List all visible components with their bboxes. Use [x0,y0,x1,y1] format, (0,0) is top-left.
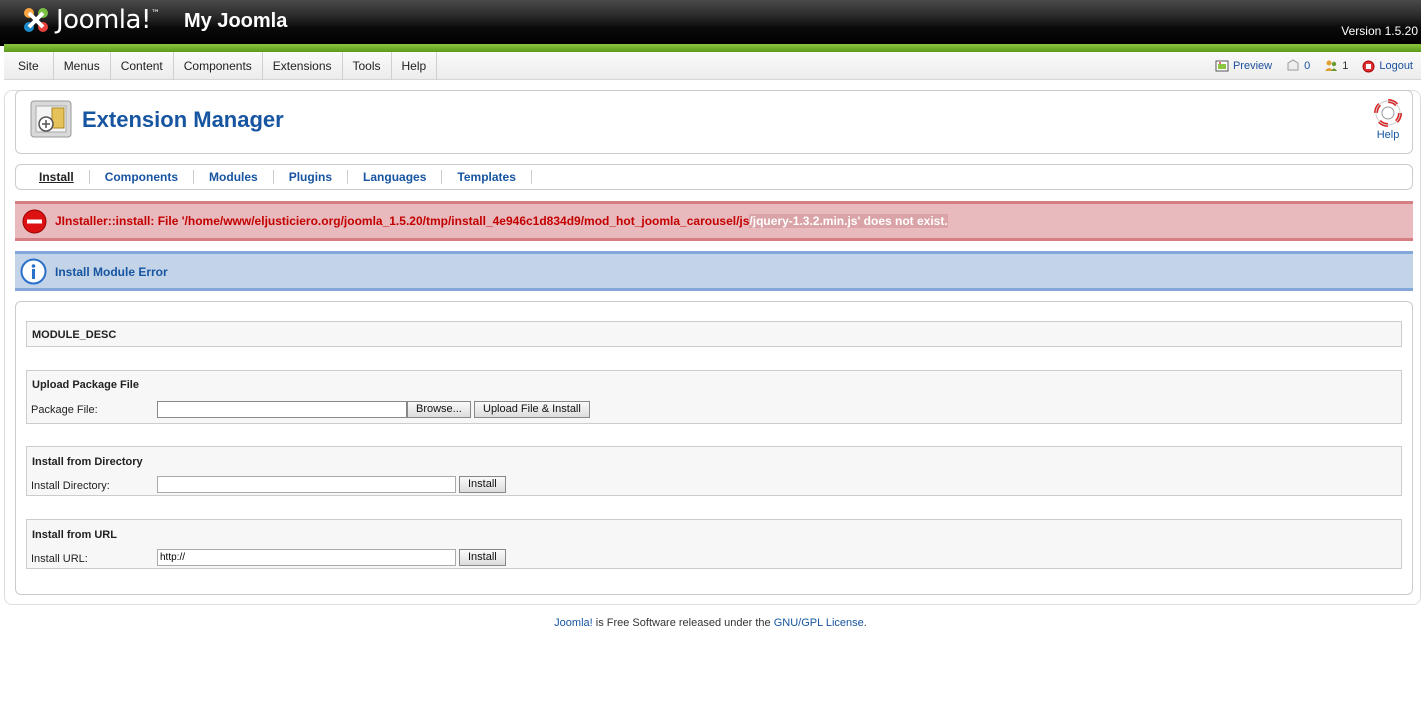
directory-legend: Install from Directory [32,456,143,468]
header-accent-bar [4,44,1421,52]
browse-button[interactable]: Browse... [407,401,471,418]
package-file-input[interactable] [157,401,407,418]
logout-link[interactable]: Logout [1362,60,1413,73]
install-directory-button[interactable]: Install [459,476,506,493]
submenu-components[interactable]: Components [90,170,195,184]
module-desc: MODULE_DESC [32,329,117,341]
menu-content[interactable]: Content [111,52,174,80]
install-url-button[interactable]: Install [459,549,506,566]
url-legend: Install from URL [32,529,117,541]
install-url-section: Install from URL Install URL: Install [26,519,1402,569]
install-panel: MODULE_DESC Upload Package File Package … [15,301,1413,595]
users-icon [1325,60,1338,71]
version-label: Version 1.5.20 [1341,24,1418,38]
submenu-languages[interactable]: Languages [348,170,443,184]
preview-link[interactable]: Preview [1215,59,1272,73]
users-count: 1 [1342,60,1349,72]
install-directory-label: Install Directory: [31,480,110,492]
install-url-label: Install URL: [31,553,88,565]
logout-icon [1362,60,1375,72]
joomla-logo-text: Joomla!™ [56,5,160,35]
menu-menus[interactable]: Menus [54,52,111,80]
help-button[interactable]: Help [1374,99,1402,141]
messages-count: 0 [1304,60,1311,72]
package-file-label: Package File: [31,404,98,416]
error-text-tail: /jquery-1.3.2.min.js' does not exist. [749,214,948,228]
toolbar-box: Extension Manager Help [15,90,1413,154]
joomla-logo-icon [24,8,48,32]
submenu-templates[interactable]: Templates [442,170,532,184]
error-text: JInstaller::install: File '/home/www/elj… [55,214,948,228]
submenu-modules[interactable]: Modules [194,170,274,184]
error-text-main: JInstaller::install: File '/home/www/elj… [55,214,750,228]
header: Joomla!™ My Joomla Version 1.5.20 [0,0,1421,52]
upload-install-button[interactable]: Upload File & Install [474,401,590,418]
license-link[interactable]: GNU/GPL License [774,617,864,629]
info-text: Install Module Error [55,265,168,279]
info-icon [20,258,47,285]
install-directory-section: Install from Directory Install Directory… [26,446,1402,496]
upload-legend: Upload Package File [32,379,139,391]
menu-components[interactable]: Components [174,52,263,80]
main-menu: Site Menus Content Components Extensions… [4,52,1421,80]
menu-extensions[interactable]: Extensions [263,52,343,80]
menu-tools[interactable]: Tools [343,52,392,80]
message-icon [1287,59,1299,71]
install-directory-input[interactable] [157,476,456,493]
module-desc-box: MODULE_DESC [26,321,1402,347]
logout-label: Logout [1379,60,1413,72]
info-message: Install Module Error [15,251,1413,291]
users-online[interactable]: 1 [1324,59,1348,73]
messages-link[interactable]: 0 [1286,59,1310,73]
error-icon [22,209,47,234]
page-title: Extension Manager [82,107,284,132]
menubar: Site Menus Content Components Extensions… [4,52,1421,80]
status-bar: Preview 0 1 Logout [1215,52,1413,80]
site-title: My Joomla [184,10,288,32]
submenu-install[interactable]: Install [24,170,90,184]
joomla-link[interactable]: Joomla! [554,617,593,629]
footer: Joomla! is Free Software released under … [0,617,1421,629]
submenu-plugins[interactable]: Plugins [274,170,349,184]
footer-text: is Free Software released under the [592,617,774,629]
menu-help[interactable]: Help [392,52,438,80]
install-package-icon [30,100,72,138]
preview-icon [1215,60,1229,72]
menu-site[interactable]: Site [4,52,54,80]
preview-label: Preview [1232,60,1273,72]
error-message: JInstaller::install: File '/home/www/elj… [15,201,1413,241]
upload-package-section: Upload Package File Package File: Browse… [26,370,1402,424]
lifebuoy-help-icon [1374,99,1402,127]
footer-end: . [863,617,867,629]
help-label: Help [1376,129,1400,141]
install-url-input[interactable] [157,549,456,566]
submenu: Install Components Modules Plugins Langu… [15,164,1413,190]
